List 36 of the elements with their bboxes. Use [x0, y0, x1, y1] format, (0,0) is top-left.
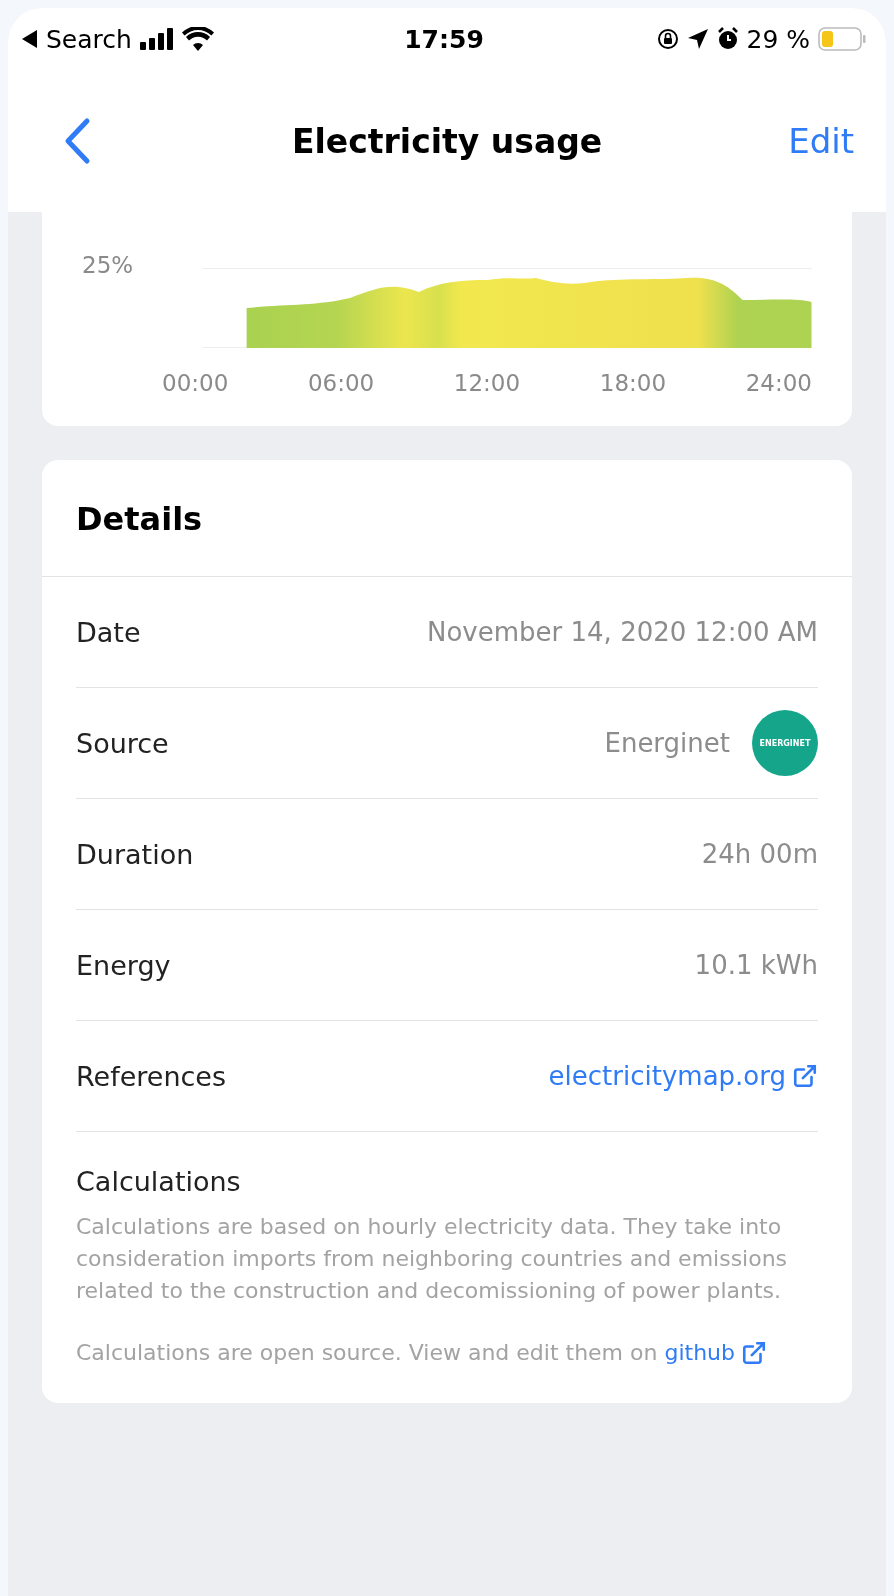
x-axis-label: 06:00 — [307, 370, 375, 396]
calculations-paragraph: Calculations are based on hourly electricity data. They take into consideration imports from neighboring countries and emissions related to the construction and decomissioning of power plants. — [76, 1213, 789, 1305]
clock-time: 17:59 — [404, 24, 484, 54]
reference-link[interactable]: electricitymap.org — [548, 1061, 818, 1091]
detail-value: 10.1 kWh — [694, 950, 818, 980]
wifi-icon — [181, 27, 214, 51]
detail-label: Energy — [76, 949, 171, 981]
rotation-lock-icon — [656, 28, 679, 50]
detail-value: November 14, 2020 12:00 AM — [427, 617, 818, 647]
detail-label: Duration — [76, 838, 194, 870]
location-arrow-icon — [686, 28, 709, 50]
edit-button[interactable]: Edit — [788, 121, 854, 161]
screen-title: Electricity usage — [290, 121, 604, 161]
detail-label: Date — [76, 616, 141, 648]
external-link-icon — [792, 1063, 818, 1089]
battery-icon — [818, 27, 866, 51]
section-heading: Calculations — [76, 1166, 242, 1197]
back-triangle-icon — [22, 30, 38, 48]
alarm-clock-icon — [716, 27, 739, 51]
card-title: Details — [42, 460, 852, 577]
x-axis-label: 24:00 — [745, 370, 812, 396]
github-link[interactable]: github — [664, 1336, 767, 1369]
battery-percentage: 29 % — [746, 24, 810, 54]
detail-value: Energinet — [604, 728, 730, 758]
detail-label: Source — [76, 727, 169, 759]
detail-label: References — [76, 1060, 227, 1092]
x-axis-label: 00:00 — [162, 370, 229, 396]
y-axis-label: 25% — [82, 252, 135, 278]
back-to-app-label[interactable]: Search — [46, 24, 132, 54]
signal-icon — [139, 28, 174, 50]
open-source-paragraph: Calculations are open source. View and edit them on github — [76, 1336, 818, 1369]
x-axis-label: 18:00 — [599, 370, 667, 396]
logo-text: ENERGINET — [759, 738, 811, 748]
detail-value: 24h 00m — [701, 839, 818, 869]
x-axis-label: 12:00 — [453, 370, 521, 396]
external-link-icon — [741, 1339, 767, 1366]
